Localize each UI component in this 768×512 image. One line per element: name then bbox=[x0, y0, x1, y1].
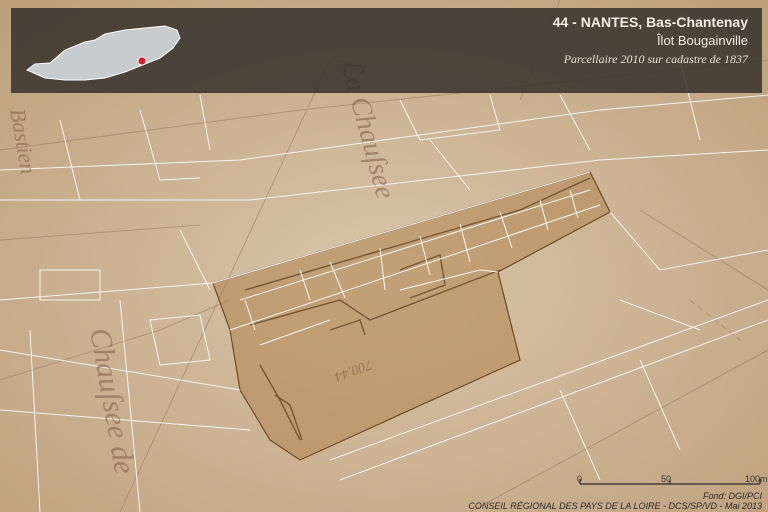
title-banner: 44 - NANTES, Bas-Chantenay Îlot Bougainv… bbox=[11, 8, 762, 93]
map-subtitle: Îlot Bougainville bbox=[656, 33, 748, 48]
location-dot bbox=[137, 56, 147, 66]
source-credit: Fond: DGI/PCI bbox=[702, 491, 762, 501]
map-title: 44 - NANTES, Bas-Chantenay bbox=[552, 14, 748, 30]
location-inset-map bbox=[26, 25, 181, 81]
scale-label-50: 50 bbox=[661, 474, 672, 484]
scale-label-0: 0 bbox=[577, 474, 583, 484]
city-silhouette bbox=[26, 25, 181, 81]
scale-label-100: 100m bbox=[745, 474, 768, 484]
map-caption: Parcellaire 2010 sur cadastre de 1837 bbox=[563, 52, 748, 66]
author-credit: CONSEIL RÉGIONAL DES PAYS DE LA LOIRE - … bbox=[468, 501, 762, 511]
